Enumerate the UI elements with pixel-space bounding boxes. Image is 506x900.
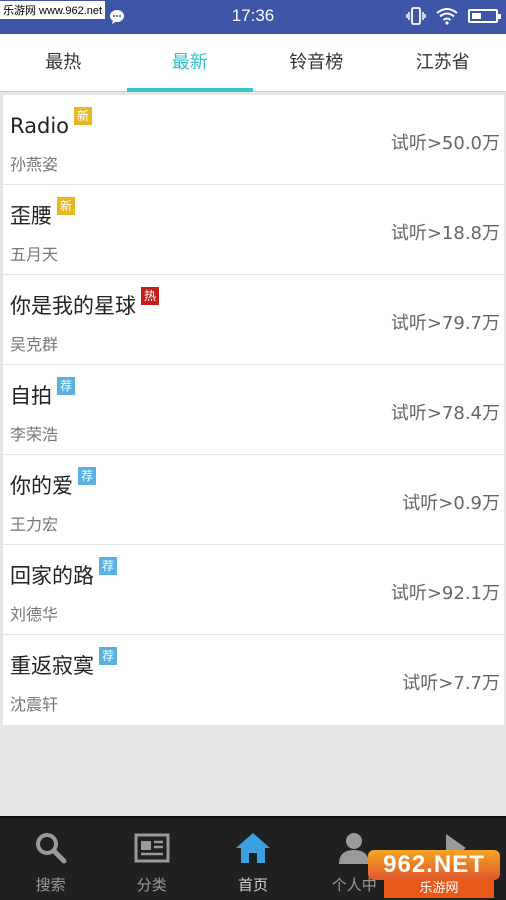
tab-ringtone-chart[interactable]: 铃音榜 <box>253 34 380 91</box>
status-right <box>406 7 501 25</box>
nav-label: 搜索 <box>35 876 66 894</box>
song-artist: 五月天 <box>10 245 59 264</box>
song-artist: 吴克群 <box>10 335 59 354</box>
nav-label: 首页 <box>238 876 269 894</box>
song-artist: 李荣浩 <box>10 425 59 444</box>
play-count: 试听>79.7万 <box>390 313 500 334</box>
list-item[interactable]: Radio 新 孙燕姿 试听>50.0万 <box>3 95 504 185</box>
song-artist: 刘德华 <box>10 605 59 624</box>
song-artist: 孙燕姿 <box>10 155 59 174</box>
search-icon <box>35 833 67 864</box>
song-title: 回家的路 <box>10 564 94 588</box>
play-count: 试听>78.4万 <box>390 403 500 424</box>
play-count: 试听>7.7万 <box>402 673 500 694</box>
song-title: 你的爱 <box>10 474 73 498</box>
status-badge: 热 <box>141 287 159 305</box>
newspaper-icon <box>134 833 170 863</box>
watermark-logo-sub: 乐游网 <box>384 880 494 898</box>
song-artist: 王力宏 <box>10 515 59 534</box>
nav-search[interactable]: 搜索 <box>0 818 101 900</box>
song-artist: 沈震轩 <box>10 695 59 714</box>
status-badge: 荐 <box>99 647 117 665</box>
watermark-logo: 962.NET 乐游网 <box>366 850 502 898</box>
list-item[interactable]: 歪腰新 五月天 试听>18.8万 <box>3 185 504 275</box>
status-badge: 新 <box>74 107 93 125</box>
song-title: Radio <box>10 114 70 138</box>
tab-jiangsu[interactable]: 江苏省 <box>380 34 506 91</box>
vibrate-icon <box>406 7 426 25</box>
tab-newest[interactable]: 最新 <box>126 34 254 92</box>
status-badge: 新 <box>57 197 75 215</box>
song-title: 歪腰 <box>10 204 52 228</box>
status-badge: 荐 <box>99 557 117 575</box>
tab-bar: 最热 最新 铃音榜 江苏省 <box>0 34 506 92</box>
list-item[interactable]: 你的爱荐 王力宏 试听>0.9万 <box>3 455 504 545</box>
play-count: 试听>18.8万 <box>390 223 500 244</box>
battery-icon <box>468 9 501 23</box>
song-title: 自拍 <box>10 384 52 408</box>
status-badge: 荐 <box>57 377 75 395</box>
list-item[interactable]: 重返寂寞荐 沈震轩 试听>7.7万 <box>3 635 504 725</box>
nav-home[interactable]: 首页 <box>202 818 303 900</box>
list-item[interactable]: 你是我的星球热 吴克群 试听>79.7万 <box>3 275 504 365</box>
status-bar: 乐游网 www.962.net 17:36 <box>0 0 506 34</box>
song-title: 重返寂寞 <box>10 654 94 678</box>
play-count: 试听>50.0万 <box>390 133 500 154</box>
list-item[interactable]: 自拍荐 李荣浩 试听>78.4万 <box>3 365 504 455</box>
song-list: Radio 新 孙燕姿 试听>50.0万 歪腰新 五月天 试听>18.8万 你是我… <box>3 95 504 725</box>
home-icon <box>236 833 270 863</box>
nav-category[interactable]: 分类 <box>101 818 202 900</box>
nav-label: 分类 <box>136 876 167 894</box>
status-badge: 荐 <box>78 467 96 485</box>
list-item[interactable]: 回家的路荐 刘德华 试听>92.1万 <box>3 545 504 635</box>
play-count: 试听>92.1万 <box>390 583 500 604</box>
watermark-logo-main: 962.NET <box>368 850 500 880</box>
wifi-icon <box>436 8 458 25</box>
tab-hottest[interactable]: 最热 <box>0 34 127 91</box>
song-title: 你是我的星球 <box>10 294 136 318</box>
play-count: 试听>0.9万 <box>402 493 500 514</box>
